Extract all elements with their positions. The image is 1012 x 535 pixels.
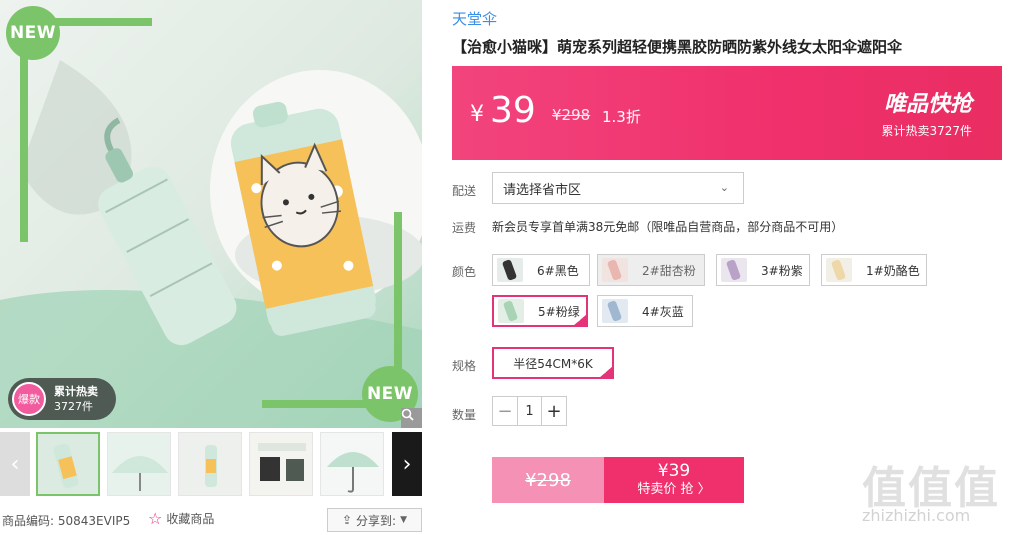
delivery-region-select[interactable]: 请选择省市区 ⌄: [492, 172, 744, 204]
color-swatch: [721, 258, 747, 282]
hot-sales-text: 累计热卖 3727件: [54, 384, 98, 414]
discount-rate: 1.3折: [602, 108, 641, 126]
delivery-placeholder: 请选择省市区: [503, 182, 582, 198]
color-swatch: [602, 299, 628, 323]
color-option-pink-purple[interactable]: 3#粉紫: [716, 254, 810, 286]
hot-badge: 爆款: [12, 382, 46, 416]
flash-sale-label: 唯品快抢: [883, 92, 972, 117]
color-swatch: [826, 258, 852, 282]
chevron-right-icon[interactable]: ›: [392, 432, 422, 496]
original-price: ¥298: [552, 106, 591, 124]
buy-button[interactable]: ¥298 ¥39 特卖价 抢 〉: [492, 457, 744, 503]
price-banner: ¥ 39 ¥298 1.3折 唯品快抢 累计热卖3727件: [452, 66, 1002, 160]
color-swatch: [498, 299, 524, 323]
main-product-photo[interactable]: NEW NEW 爆款 累计热卖 3727件: [0, 0, 422, 428]
color-swatch: [602, 258, 628, 282]
watermark-url: zhizhizhi.com: [862, 506, 971, 525]
product-code-value: 50843EVIP5: [57, 514, 131, 528]
product-title: 【治愈小猫咪】萌宠系列超轻便携黑胶防晒防紫外线女太阳伞遮阳伞: [452, 38, 903, 56]
size-label: 规格: [452, 359, 477, 373]
new-badge-top: NEW: [6, 6, 60, 60]
buy-original-price: ¥298: [492, 457, 604, 503]
magnifier-icon[interactable]: [401, 408, 422, 428]
shipping-info: 新会员专享首单满38元免邮（限唯品自营商品，部分商品不可用）: [492, 220, 844, 234]
umbrella-photo: [0, 0, 422, 428]
sale-price: 39: [490, 90, 536, 131]
size-option[interactable]: 半径54CM*6K: [492, 347, 614, 379]
color-option-label: 1#奶酪色: [866, 263, 920, 278]
quantity-minus-button[interactable]: −: [493, 397, 517, 425]
delivery-label: 配送: [452, 184, 477, 198]
buy-sale-price: ¥39: [657, 461, 691, 481]
shipping-label: 运费: [452, 221, 477, 235]
chevron-down-icon: ▼: [400, 515, 408, 525]
color-option-label: 4#灰蓝: [642, 304, 684, 319]
color-option-gray-blue[interactable]: 4#灰蓝: [597, 295, 693, 327]
share-icon: ⇪: [341, 513, 353, 527]
star-outline-icon: ☆: [148, 508, 163, 528]
color-option-label: 2#甜杏粉: [642, 263, 696, 278]
thumbnail[interactable]: [320, 432, 384, 496]
quantity-stepper: − 1 +: [492, 396, 567, 426]
hot-sales-count: 3727件: [54, 400, 93, 413]
brand-link[interactable]: 天堂伞: [452, 8, 497, 29]
thumbnail-strip: ‹ ›: [0, 432, 422, 496]
color-option-apricot-pink[interactable]: 2#甜杏粉: [597, 254, 705, 286]
thumbnail[interactable]: [178, 432, 242, 496]
color-option-label: 5#粉绿: [538, 304, 580, 319]
hot-sales-pill: 爆款 累计热卖 3727件: [8, 378, 116, 420]
color-option-cheese[interactable]: 1#奶酪色: [821, 254, 927, 286]
quantity-plus-button[interactable]: +: [542, 397, 566, 425]
hot-sales-title: 累计热卖: [54, 385, 98, 398]
chevron-down-icon: ⌄: [719, 181, 729, 194]
thumbnail[interactable]: [36, 432, 100, 496]
currency-symbol: ¥: [470, 102, 484, 127]
product-code-label: 商品编码:: [2, 514, 55, 528]
chevron-left-icon[interactable]: ‹: [0, 432, 30, 496]
share-button[interactable]: ⇪ 分享到: ▼: [327, 508, 422, 532]
color-swatch: [497, 258, 523, 282]
favorite-label: 收藏商品: [166, 512, 215, 526]
color-option-black[interactable]: 6#黑色: [492, 254, 590, 286]
product-meta-row: 商品编码: 50843EVIP5 ☆ 收藏商品 ⇪ 分享到: ▼: [0, 508, 422, 532]
sold-count: 累计热卖3727件: [881, 124, 972, 138]
thumbnail[interactable]: [107, 432, 171, 496]
color-option-label: 3#粉紫: [761, 263, 803, 278]
color-option-label: 6#黑色: [537, 263, 579, 278]
color-label: 颜色: [452, 265, 477, 279]
thumbnail[interactable]: [249, 432, 313, 496]
product-code: 商品编码: 50843EVIP5: [2, 512, 130, 529]
buy-cta-label: 特卖价 抢 〉: [637, 482, 711, 497]
color-option-pink-green[interactable]: 5#粉绿: [492, 295, 588, 327]
share-label: 分享到:: [356, 513, 397, 528]
favorite-button[interactable]: ☆ 收藏商品: [148, 510, 214, 527]
quantity-value[interactable]: 1: [517, 397, 542, 425]
quantity-label: 数量: [452, 408, 477, 422]
size-option-label: 半径54CM*6K: [513, 356, 593, 371]
buy-now-button[interactable]: ¥39 特卖价 抢 〉: [604, 457, 744, 503]
